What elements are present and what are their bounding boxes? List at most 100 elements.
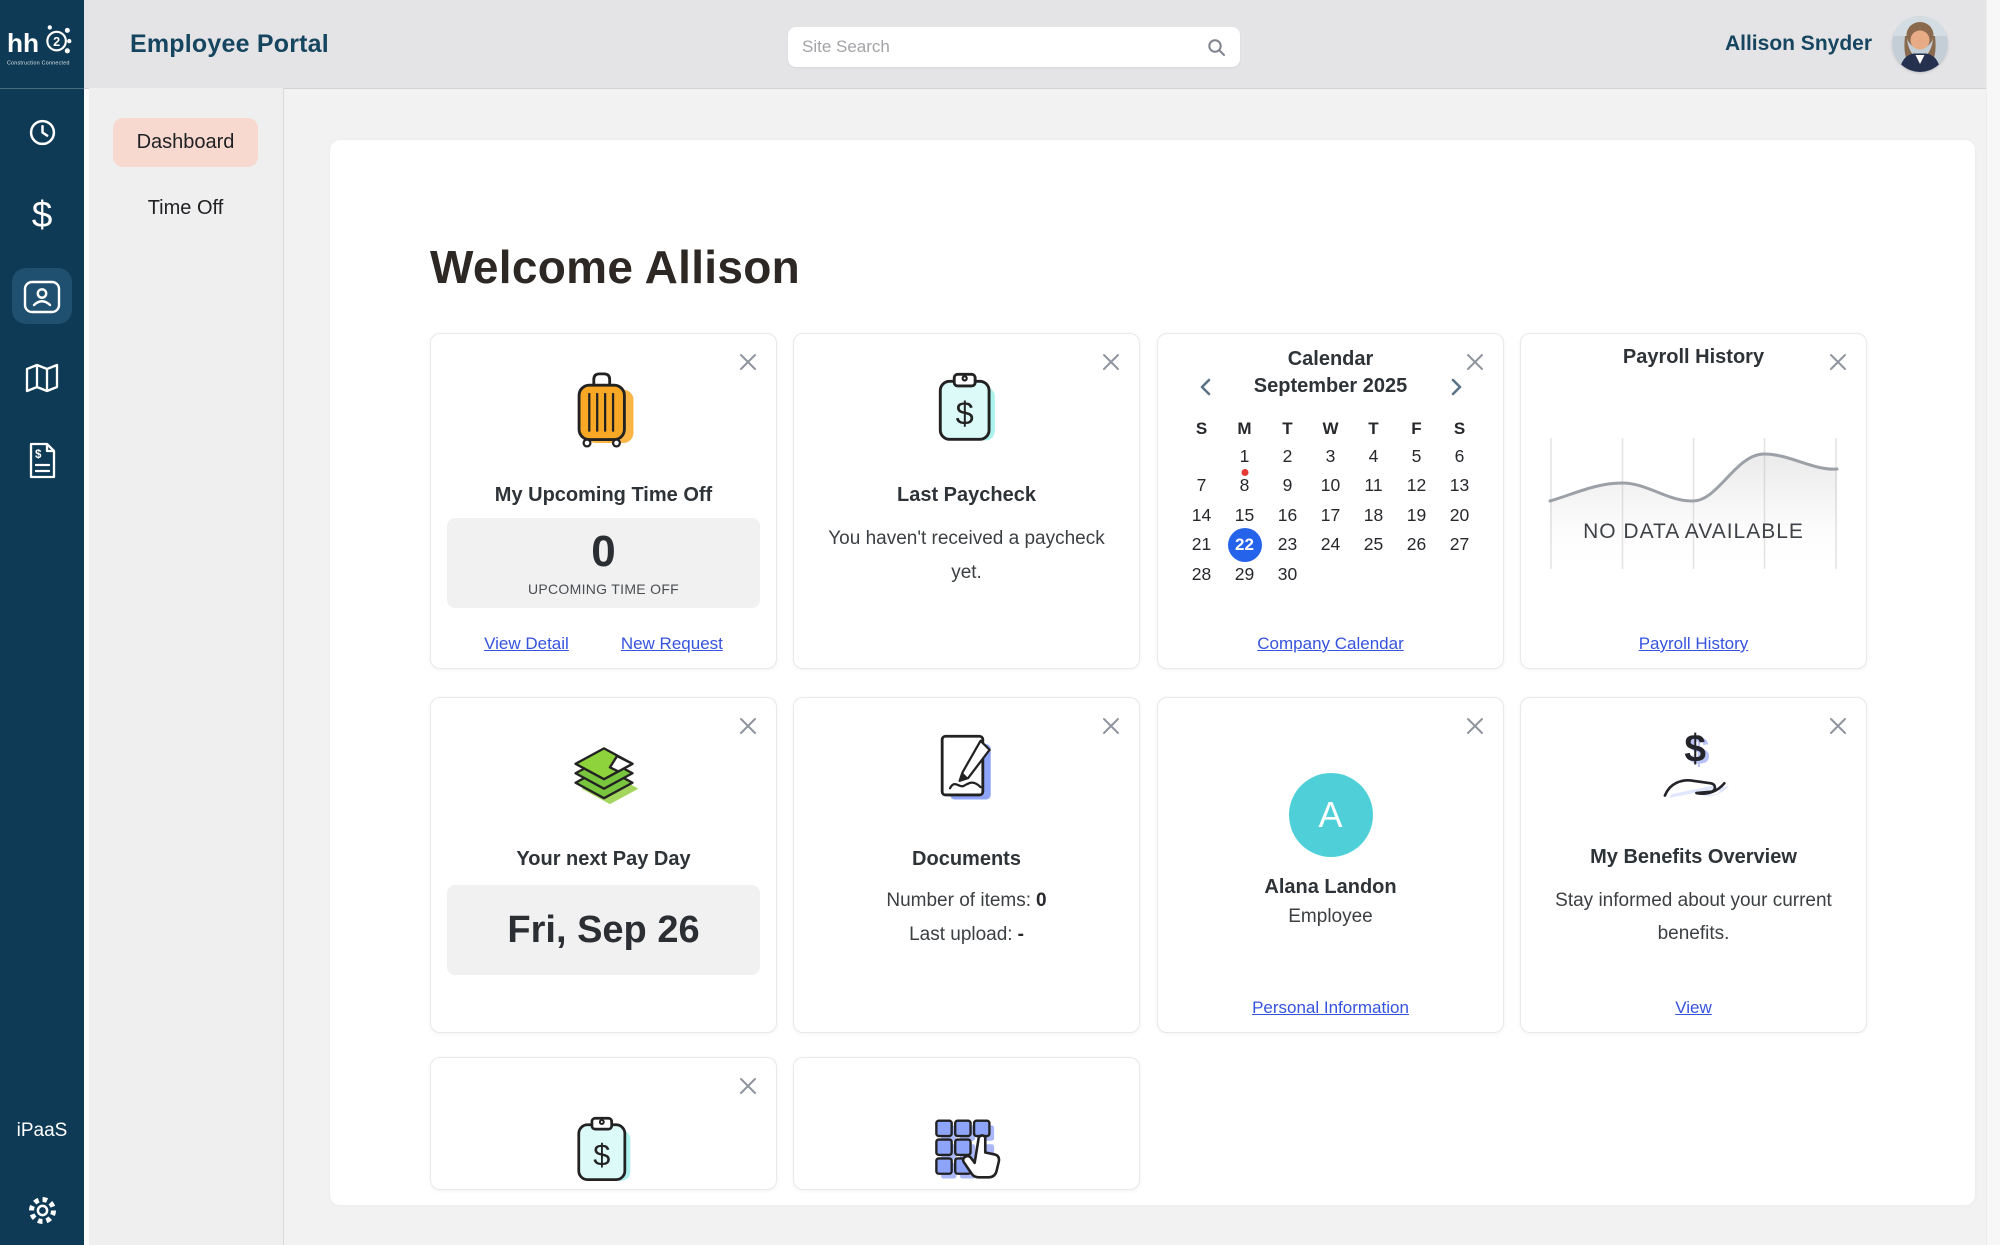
calendar-day[interactable]: 14 bbox=[1180, 501, 1223, 531]
svg-text:Construction Connected: Construction Connected bbox=[7, 60, 70, 66]
close-icon bbox=[738, 352, 758, 372]
card-payroll-history: Payroll History NO DATA AVAILABLE Payrol… bbox=[1520, 333, 1867, 669]
calendar-day-empty bbox=[1180, 442, 1223, 472]
payroll-dollar-icon[interactable]: $ bbox=[0, 194, 84, 236]
time-clock-icon[interactable] bbox=[0, 119, 84, 146]
card-benefits: $ $ My Benefits Overview Stay informed a… bbox=[1520, 697, 1867, 1033]
calendar-day[interactable]: 4 bbox=[1352, 442, 1395, 472]
pay-stub-icon[interactable]: $ bbox=[0, 441, 84, 480]
calendar-day[interactable]: 18 bbox=[1352, 501, 1395, 531]
close-button[interactable] bbox=[1099, 350, 1123, 374]
keypad-icon bbox=[794, 1116, 1139, 1182]
svg-text:$: $ bbox=[955, 395, 973, 431]
calendar-day[interactable]: 23 bbox=[1266, 530, 1309, 560]
no-data-label: NO DATA AVAILABLE bbox=[1521, 520, 1866, 544]
new-request-link[interactable]: New Request bbox=[621, 634, 723, 654]
calendar-day[interactable]: 16 bbox=[1266, 501, 1309, 531]
search-icon[interactable] bbox=[1207, 38, 1226, 57]
user-avatar[interactable] bbox=[1892, 16, 1948, 72]
calendar-grid: SMTWTFS123456789101112131415161718192021… bbox=[1180, 412, 1481, 589]
card-employee-profile: A Alana Landon Employee Personal Informa… bbox=[1157, 697, 1504, 1033]
benefits-view-link[interactable]: View bbox=[1675, 998, 1712, 1018]
map-icon[interactable] bbox=[0, 362, 84, 394]
documents-last-upload: Last upload:- bbox=[794, 924, 1139, 946]
benefits-hand-dollar-icon: $ $ bbox=[1521, 730, 1866, 810]
close-button[interactable] bbox=[736, 1074, 760, 1098]
calendar-day[interactable]: 11 bbox=[1352, 471, 1395, 501]
calendar-selected-day[interactable]: 22 bbox=[1228, 528, 1262, 562]
calendar-day[interactable]: 3 bbox=[1309, 442, 1352, 472]
card-calendar: Calendar September 2025 SMTWTFS123456789… bbox=[1157, 333, 1504, 669]
svg-text:$: $ bbox=[1684, 730, 1706, 771]
scrollbar[interactable] bbox=[1986, 0, 2000, 1245]
calendar-day[interactable]: 12 bbox=[1395, 471, 1438, 501]
paycheck-clipboard-icon: $ bbox=[794, 372, 1139, 444]
calendar-day-empty bbox=[1438, 560, 1481, 590]
calendar-day[interactable]: 2 bbox=[1266, 442, 1309, 472]
payroll-history-link[interactable]: Payroll History bbox=[1639, 634, 1749, 654]
card-title: Last Paycheck bbox=[794, 484, 1139, 507]
time-off-count: 0 bbox=[591, 530, 615, 574]
close-button[interactable] bbox=[736, 714, 760, 738]
calendar-day[interactable]: 7 bbox=[1180, 471, 1223, 501]
documents-items-count: Number of items:0 bbox=[794, 890, 1139, 912]
close-button[interactable] bbox=[1463, 714, 1487, 738]
hh2-logo[interactable]: hh 2 Construction Connected bbox=[0, 0, 84, 89]
card-title: My Benefits Overview bbox=[1521, 846, 1866, 869]
calendar-day[interactable]: 27 bbox=[1438, 530, 1481, 560]
calendar-day[interactable]: 5 bbox=[1395, 442, 1438, 472]
calendar-day[interactable]: 22 bbox=[1223, 530, 1266, 560]
page-title: Employee Portal bbox=[130, 0, 329, 88]
calendar-event-dot bbox=[1241, 469, 1248, 476]
close-icon bbox=[1465, 716, 1485, 736]
svg-text:2: 2 bbox=[53, 35, 60, 49]
sidebar-item-label: Dashboard bbox=[137, 131, 235, 154]
sidebar-item-time-off[interactable]: Time Off bbox=[113, 184, 258, 233]
avatar-initial: A bbox=[1289, 773, 1373, 857]
company-calendar-link[interactable]: Company Calendar bbox=[1257, 634, 1403, 654]
card-title: Documents bbox=[794, 848, 1139, 871]
calendar-day[interactable]: 29 bbox=[1223, 560, 1266, 590]
employee-portal-app: $ $ iPaaS hh 2 Construction Connected Em… bbox=[0, 0, 2000, 1245]
card-last-paycheck: $ Last Paycheck You haven't received a p… bbox=[793, 333, 1140, 669]
calendar-day[interactable]: 13 bbox=[1438, 471, 1481, 501]
view-detail-link[interactable]: View Detail bbox=[484, 634, 569, 654]
calendar-day[interactable]: 8 bbox=[1223, 471, 1266, 501]
calendar-prev-icon[interactable] bbox=[1196, 378, 1214, 396]
calendar-day-empty bbox=[1395, 560, 1438, 590]
calendar-day[interactable]: 25 bbox=[1352, 530, 1395, 560]
calendar-day[interactable]: 9 bbox=[1266, 471, 1309, 501]
paycheck-clipboard-icon: $ bbox=[431, 1116, 776, 1184]
user-name: Allison Snyder bbox=[1725, 32, 1872, 56]
items-label: Number of items: bbox=[886, 890, 1031, 911]
employee-badge-icon[interactable] bbox=[0, 280, 84, 314]
calendar-next-icon[interactable] bbox=[1447, 378, 1465, 396]
employee-avatar: A bbox=[1158, 773, 1503, 857]
settings-gear-icon[interactable] bbox=[0, 1193, 84, 1228]
svg-text:$: $ bbox=[593, 1137, 610, 1172]
user-menu[interactable]: Allison Snyder bbox=[1725, 0, 1948, 88]
card-title: Payroll History bbox=[1521, 346, 1866, 369]
calendar-day[interactable]: 6 bbox=[1438, 442, 1481, 472]
calendar-day[interactable]: 10 bbox=[1309, 471, 1352, 501]
calendar-day[interactable]: 17 bbox=[1309, 501, 1352, 531]
calendar-day[interactable]: 21 bbox=[1180, 530, 1223, 560]
card-upcoming-time-off: My Upcoming Time Off 0 UPCOMING TIME OFF… bbox=[430, 333, 777, 669]
calendar-day[interactable]: 15 bbox=[1223, 501, 1266, 531]
calendar-day[interactable]: 30 bbox=[1266, 560, 1309, 590]
close-icon bbox=[1101, 352, 1121, 372]
calendar-day[interactable]: 24 bbox=[1309, 530, 1352, 560]
benefits-message: Stay informed about your current benefit… bbox=[1542, 884, 1846, 950]
personal-information-link[interactable]: Personal Information bbox=[1252, 998, 1409, 1018]
card-partial-keypad bbox=[793, 1057, 1140, 1190]
calendar-day[interactable]: 26 bbox=[1395, 530, 1438, 560]
calendar-day[interactable]: 20 bbox=[1438, 501, 1481, 531]
time-off-count-label: UPCOMING TIME OFF bbox=[528, 581, 679, 597]
icon-rail: $ $ iPaaS bbox=[0, 0, 84, 1245]
calendar-day[interactable]: 1 bbox=[1223, 442, 1266, 472]
search-input[interactable] bbox=[788, 37, 1207, 57]
calendar-day[interactable]: 19 bbox=[1395, 501, 1438, 531]
calendar-day[interactable]: 28 bbox=[1180, 560, 1223, 590]
card-title: Your next Pay Day bbox=[431, 848, 776, 871]
sidebar-item-dashboard[interactable]: Dashboard bbox=[113, 118, 258, 167]
